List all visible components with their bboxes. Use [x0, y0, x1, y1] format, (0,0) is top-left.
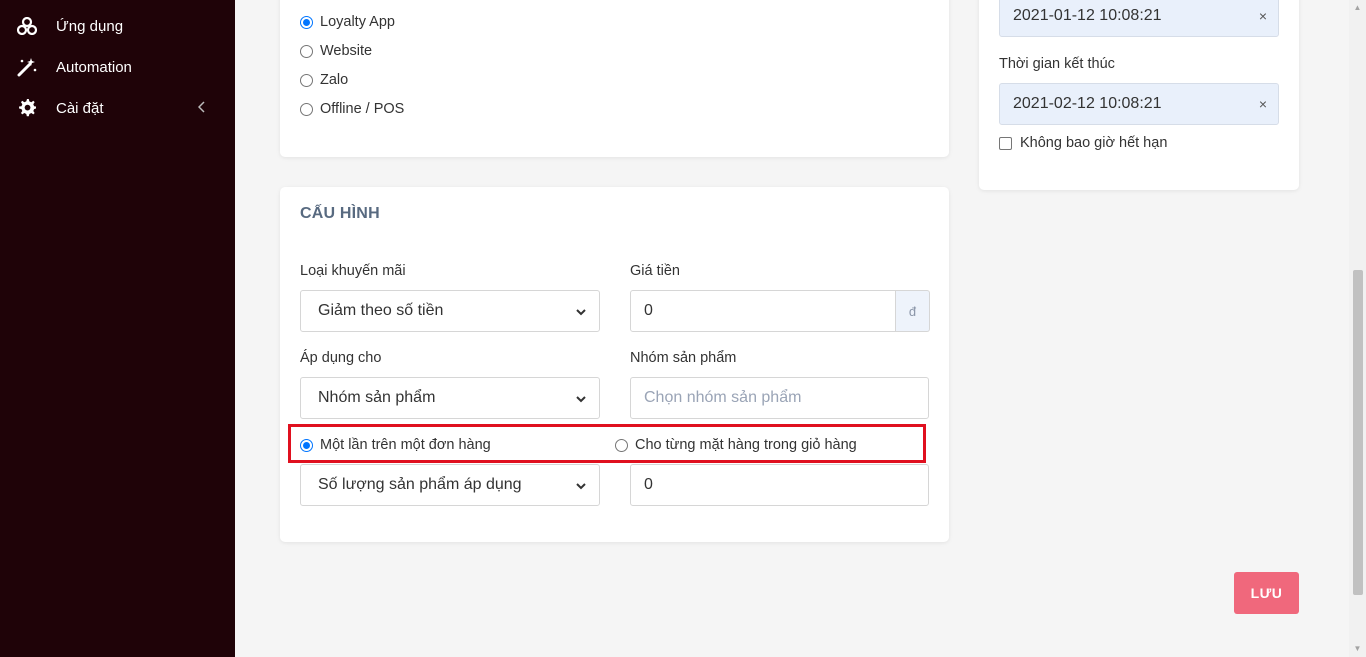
currency-addon: đ [896, 290, 930, 332]
never-expire-checkbox[interactable] [999, 136, 1012, 150]
channel-option-website[interactable]: Website [300, 43, 372, 59]
channel-option-loyalty-app[interactable]: Loyalty App [300, 14, 395, 30]
apps-icon [17, 16, 37, 36]
promo-type-value: Giảm theo số tiền [318, 302, 444, 319]
scroll-thumb[interactable] [1353, 270, 1363, 595]
end-time-label: Thời gian kết thúc [999, 56, 1115, 72]
gear-icon [17, 98, 37, 118]
never-expire-option[interactable]: Không bao giờ hết hạn [999, 135, 1167, 151]
radio-button[interactable] [300, 44, 313, 58]
start-time-input[interactable]: 2021-01-12 10:08:21 × [999, 0, 1279, 37]
section-title: CẤU HÌNH [300, 205, 380, 222]
channel-option-label: Offline / POS [320, 101, 405, 117]
price-label: Giá tiền [630, 263, 680, 279]
price-input[interactable]: 0 [630, 290, 896, 332]
save-button[interactable]: LƯU [1234, 572, 1299, 614]
config-card: CẤU HÌNH Loại khuyến mãi Giảm theo số ti… [280, 187, 949, 542]
start-time-value: 2021-01-12 10:08:21 [1013, 7, 1162, 24]
promo-type-label: Loại khuyến mãi [300, 263, 406, 279]
channel-option-label: Loyalty App [320, 14, 395, 30]
scrollbar[interactable]: ▲ ▼ [1349, 0, 1366, 657]
apply-for-select[interactable]: Nhóm sản phẩm [300, 377, 600, 419]
end-time-value: 2021-02-12 10:08:21 [1013, 95, 1162, 112]
magic-wand-icon [17, 57, 37, 77]
chevron-down-icon [575, 392, 587, 410]
chevron-left-icon [197, 100, 206, 117]
quantity-type-select[interactable]: Số lượng sản phẩm áp dụng [300, 464, 600, 506]
promo-type-select[interactable]: Giảm theo số tiền [300, 290, 600, 332]
chevron-down-icon [575, 305, 587, 323]
radio-button[interactable] [300, 15, 313, 29]
product-group-input[interactable]: Chọn nhóm sản phẩm [630, 377, 929, 419]
time-card: 2021-01-12 10:08:21 × Thời gian kết thúc… [979, 0, 1299, 190]
sidebar-item-label: Ứng dụng [56, 17, 124, 35]
channel-option-zalo[interactable]: Zalo [300, 72, 348, 88]
apply-for-value: Nhóm sản phẩm [318, 389, 436, 406]
channel-option-offline-pos[interactable]: Offline / POS [300, 101, 404, 117]
radio-button[interactable] [300, 102, 313, 116]
end-time-input[interactable]: 2021-02-12 10:08:21 × [999, 83, 1279, 125]
clear-icon[interactable]: × [1259, 8, 1267, 24]
sidebar-item-label: Cài đặt [56, 99, 104, 117]
sidebar-item-apps[interactable]: Ứng dụng [0, 6, 235, 46]
channel-card: Loyalty App Website Zalo Offline / POS [280, 0, 949, 157]
quantity-input[interactable]: 0 [630, 464, 929, 506]
clear-icon[interactable]: × [1259, 96, 1267, 112]
chevron-down-icon [575, 479, 587, 497]
sidebar: Ứng dụng Automation Cài đặt [0, 0, 235, 657]
product-group-label: Nhóm sản phẩm [630, 350, 737, 366]
highlight-box [288, 424, 926, 463]
quantity-type-value: Số lượng sản phẩm áp dụng [318, 476, 522, 493]
radio-button[interactable] [300, 73, 313, 87]
channel-option-label: Website [320, 43, 373, 59]
apply-for-label: Áp dụng cho [300, 350, 382, 366]
sidebar-item-automation[interactable]: Automation [0, 47, 235, 87]
sidebar-item-settings[interactable]: Cài đặt [0, 88, 235, 128]
never-expire-label: Không bao giờ hết hạn [1020, 135, 1168, 151]
channel-option-label: Zalo [320, 72, 349, 88]
scroll-down-icon[interactable]: ▼ [1353, 644, 1362, 653]
sidebar-item-label: Automation [56, 58, 132, 76]
scroll-up-icon[interactable]: ▲ [1353, 3, 1362, 12]
